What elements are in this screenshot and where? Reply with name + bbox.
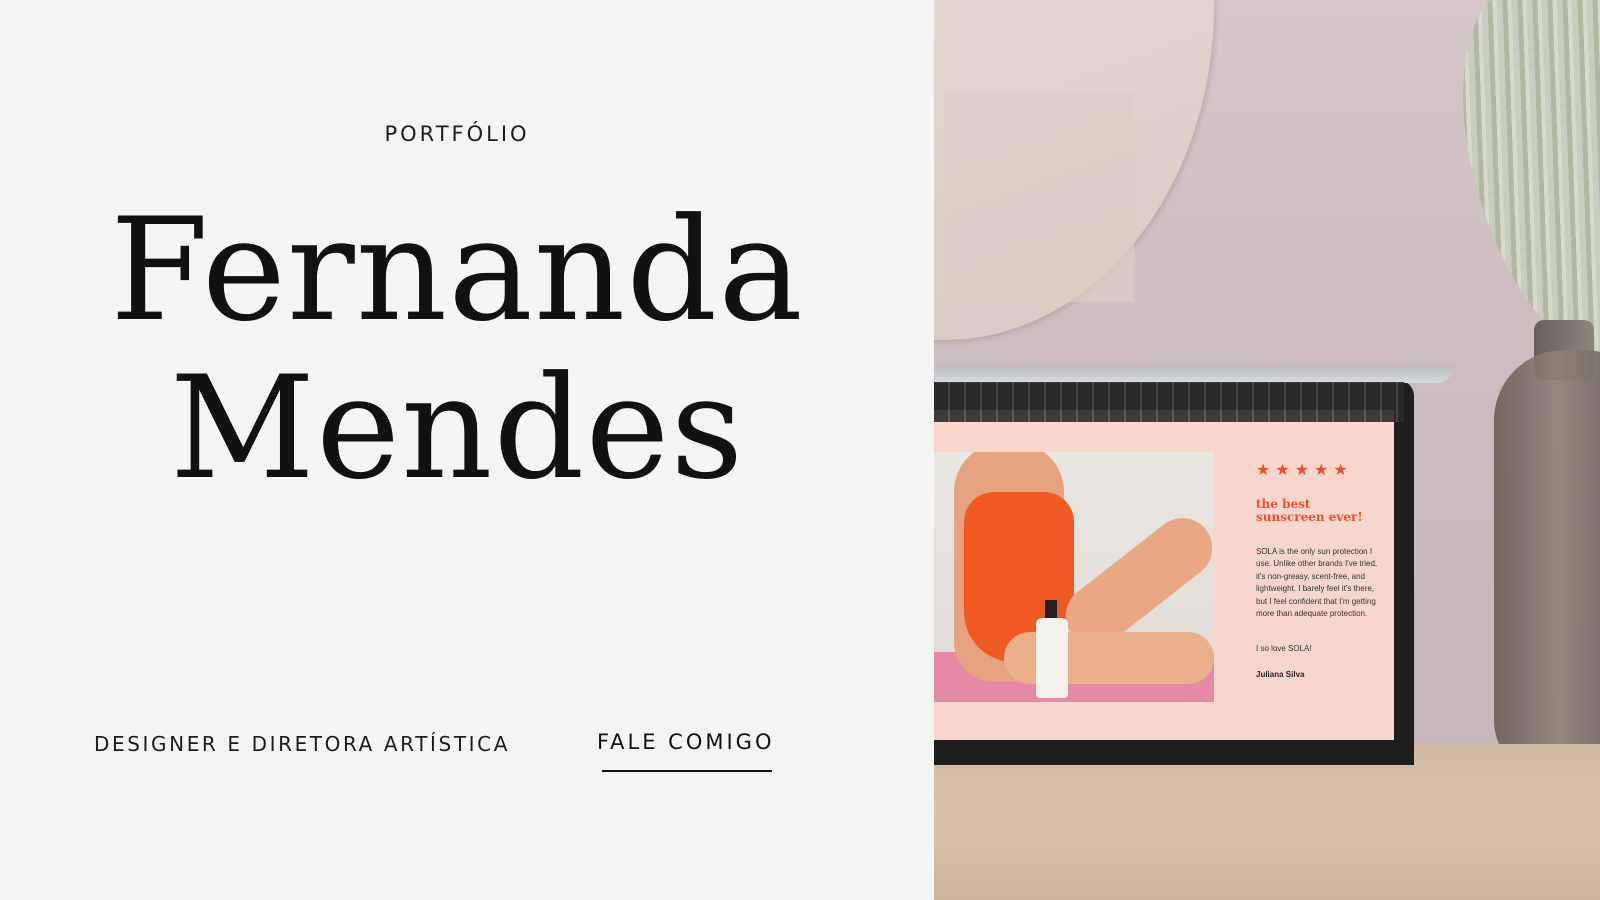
review-title: the best sunscreen ever! [1256,498,1386,524]
bottle-pump [1045,600,1057,620]
hero-photo: ★★★★★ the best sunscreen ever! SOLA is t… [934,0,1600,900]
review-love: I so love SOLA! [1256,644,1312,653]
eyebrow-label: PORTFÓLIO [384,122,530,146]
laptop-keyboard [934,382,1404,422]
laptop: ★★★★★ the best sunscreen ever! SOLA is t… [934,380,1414,765]
reviewer-name: Juliana Silva [1256,670,1305,679]
dried-palm-leaf [1436,0,1600,375]
sunscreen-bottle [1036,618,1068,698]
mirror-reflection [944,92,1134,302]
name-last: Mendes [169,346,745,511]
vase [1494,350,1600,780]
wooden-desk [934,744,1600,900]
review-title-line2: sunscreen ever! [1256,510,1363,524]
product-photo [934,452,1214,702]
laptop-screen: ★★★★★ the best sunscreen ever! SOLA is t… [934,410,1394,740]
rating-stars-icon: ★★★★★ [1256,462,1353,479]
contact-link[interactable]: FALE COMIGO [597,730,774,754]
role-subtitle: DESIGNER E DIRETORA ARTÍSTICA [94,732,510,756]
laptop-hinge [934,365,1454,383]
name-first: Fernanda [110,188,804,353]
hero-panel: PORTFÓLIO Fernanda Mendes DESIGNER E DIR… [0,0,934,900]
contact-link-underline [602,770,772,772]
review-body: SOLA is the only sun protection I use. U… [1256,547,1378,619]
